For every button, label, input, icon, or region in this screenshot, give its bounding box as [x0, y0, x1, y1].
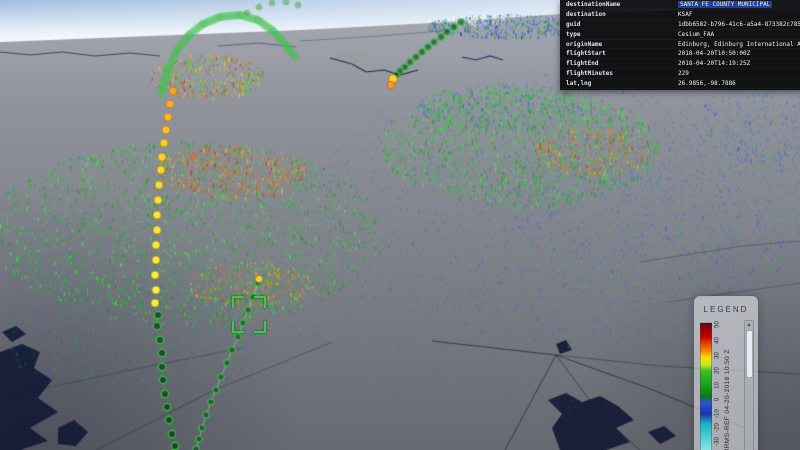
legend-tick-label: 40: [714, 337, 721, 344]
info-row-value: Cesium_FAA: [678, 30, 715, 38]
reticle-corner-icon: [232, 296, 244, 308]
info-row-label: flightMinutes: [566, 70, 613, 78]
info-row: guid 1dbb6582-b796-41c6-a5a4-873382c78573: [560, 20, 800, 30]
cesium-3d-viewport: destinationName SANTA FE COUNTY MUNICIPAL…: [0, 0, 800, 450]
info-row-value: SANTA FE COUNTY MUNICIPAL: [678, 0, 773, 8]
reticle-corner-icon: [254, 321, 266, 333]
legend-tick-label: 30: [714, 352, 721, 359]
reflectivity-colorbar: [700, 322, 712, 450]
info-row-label: lat,lng: [566, 80, 592, 88]
info-row: flightMinutes 229: [560, 69, 800, 79]
info-row-value: 26.9856,-98.7886: [678, 80, 736, 88]
info-row-label: alt [m]: [560, 89, 678, 91]
scrollbar-up-arrow-icon[interactable]: ▲: [745, 321, 753, 329]
info-row-value: 229: [678, 70, 689, 78]
info-row-value: 2018-04-20T10:50:00Z: [678, 50, 751, 58]
info-row-value: Edinburg, Edinburg International Airport: [678, 40, 800, 48]
info-row-label: destination: [566, 10, 606, 18]
info-row: flightStart 2018-04-20T10:50:00Z: [560, 49, 800, 59]
scrollbar-thumb[interactable]: [745, 330, 753, 378]
info-row-value: 1dbb6582-b796-41c6-a5a4-873382c78573: [678, 20, 800, 28]
info-row-label: type: [566, 30, 581, 38]
info-row-value: 2018-04-20T14:19:25Z: [678, 60, 751, 68]
info-row-label: flightEnd: [566, 60, 599, 68]
info-row-label: flightStart: [566, 50, 606, 58]
reticle-corner-icon: [232, 321, 244, 333]
selection-reticle: [232, 296, 266, 333]
info-row: alt [m]2298.5: [560, 89, 800, 91]
info-row: destination KSAF: [560, 10, 800, 20]
info-row: flightEnd 2018-04-20T14:19:25Z: [560, 59, 800, 69]
info-row-label: originName: [566, 40, 603, 48]
flight-info-panel: destinationName SANTA FE COUNTY MUNICIPAL…: [560, 0, 800, 90]
info-row: destinationName SANTA FE COUNTY MUNICIPAL: [560, 0, 800, 10]
info-row-value: 2298.5: [678, 89, 800, 91]
legend-tick-label: 50: [714, 321, 721, 328]
info-row: originName Edinburg, Edinburg Internation…: [560, 40, 800, 50]
reticle-corner-icon: [254, 296, 266, 308]
legend-tick-label: -30: [714, 437, 721, 446]
info-row-value: KSAF: [678, 10, 693, 18]
legend-date-label: MRMS-REF 04-20-2018 10:50 Z: [724, 349, 731, 450]
legend-scrollbar[interactable]: ▲: [744, 320, 754, 450]
legend-tick-label: 20: [714, 367, 721, 374]
info-row: type Cesium_FAA: [560, 30, 800, 40]
legend-panel: LEGEND 50 40 30 20 10 0 -10 -20 -30 MRMS-REF 04-…: [694, 296, 758, 450]
info-row-label: destinationName: [566, 0, 621, 8]
info-row-label: guid: [566, 20, 581, 28]
info-row: lat,lng 26.9856,-98.7886: [560, 79, 800, 89]
